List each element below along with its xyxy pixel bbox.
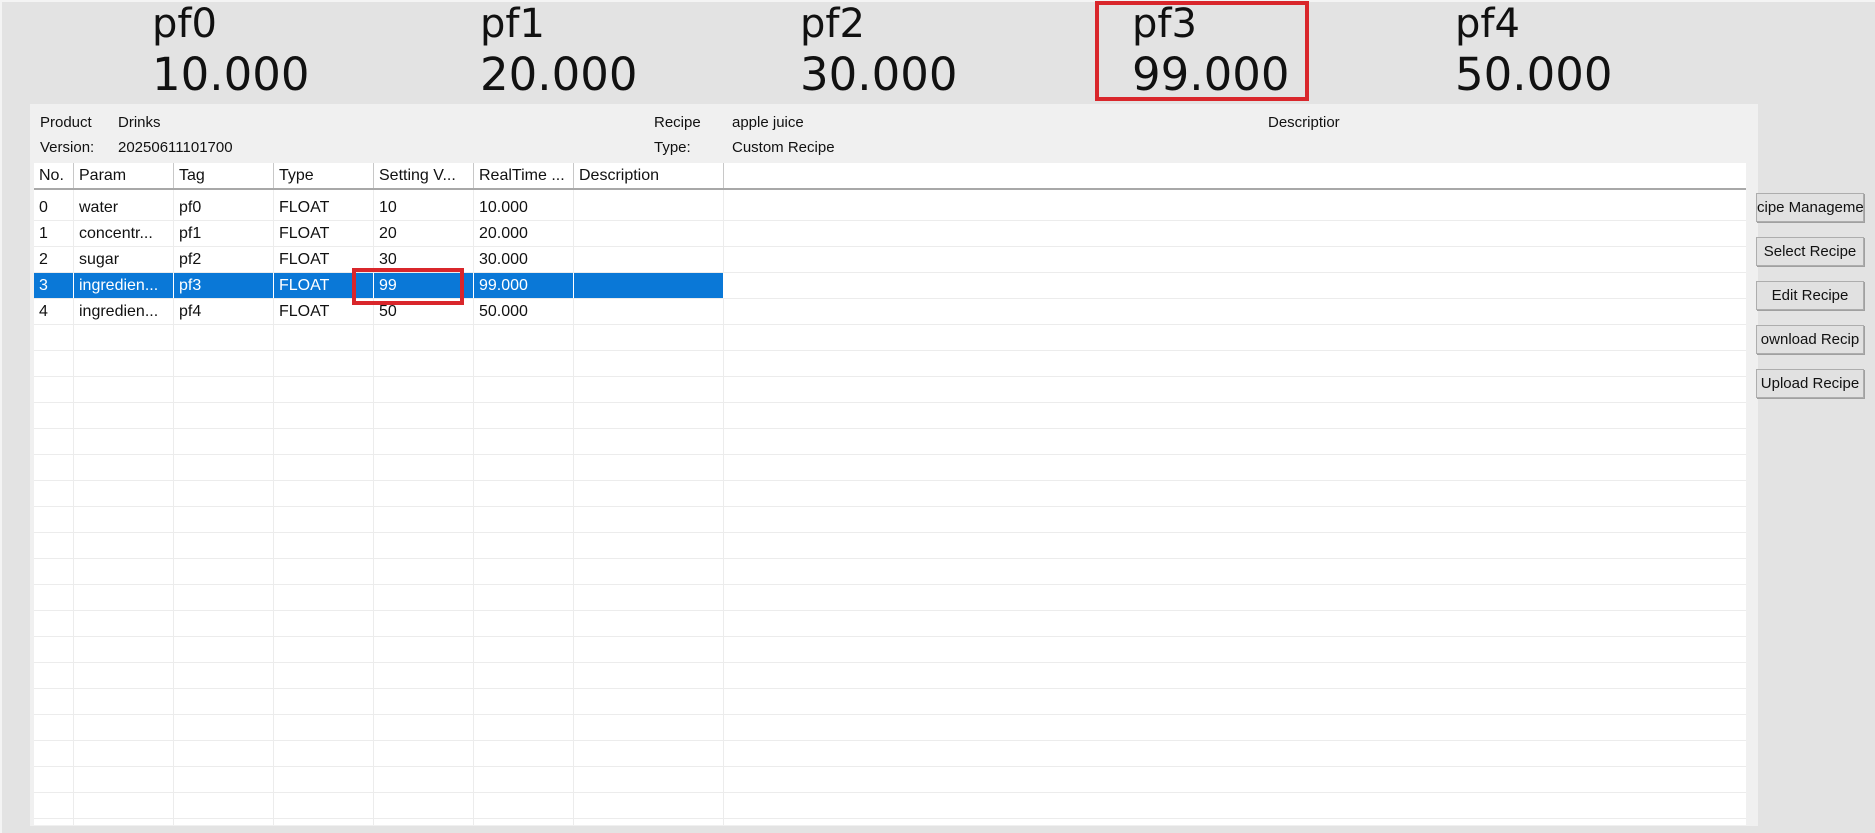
cell-no: 3 — [34, 273, 74, 298]
cell-param: ingredien... — [74, 273, 174, 298]
column-header-tag[interactable]: Tag — [174, 163, 274, 188]
param-value: 30.000 — [800, 48, 958, 101]
edit-recipe-button[interactable]: Edit Recipe — [1756, 281, 1864, 310]
recipe-management-label: cipe Manageme — [1757, 199, 1864, 216]
cell-tag: pf1 — [174, 221, 274, 246]
parameter-table[interactable]: No. Param Tag Type Setting V... RealTime… — [34, 163, 1746, 825]
cell-description — [574, 195, 724, 220]
empty-table-row — [34, 351, 1746, 377]
cell-no: 2 — [34, 247, 74, 272]
description-label: Descriptior — [1268, 114, 1340, 131]
edit-recipe-label: Edit Recipe — [1771, 287, 1849, 304]
cell-realtime-value: 99.000 — [474, 273, 574, 298]
version-label: Version: — [40, 139, 95, 156]
empty-table-row — [34, 715, 1746, 741]
window-left-edge — [0, 0, 2, 833]
select-recipe-label: Select Recipe — [1763, 243, 1857, 260]
empty-table-row — [34, 637, 1746, 663]
param-name: pf2 — [800, 1, 865, 47]
empty-table-row — [34, 663, 1746, 689]
empty-table-row — [34, 819, 1746, 825]
highlight-box-pf3-display — [1095, 1, 1309, 101]
recipe-label: Recipe — [654, 114, 701, 131]
empty-table-row — [34, 611, 1746, 637]
window-top-edge — [0, 0, 1875, 2]
param-name: pf0 — [152, 1, 217, 47]
empty-table-row — [34, 559, 1746, 585]
empty-table-row — [34, 533, 1746, 559]
table-row[interactable]: 2 sugar pf2 FLOAT 30 30.000 — [34, 247, 1746, 273]
param-value: 20.000 — [480, 48, 638, 101]
download-recipe-label: ownload Recip — [1760, 331, 1860, 348]
cell-setting-value[interactable]: 20 — [374, 221, 474, 246]
empty-table-row — [34, 793, 1746, 819]
cell-type: FLOAT — [274, 195, 374, 220]
column-header-setting-value[interactable]: Setting V... — [374, 163, 474, 188]
recipe-value: apple juice — [732, 114, 804, 131]
empty-table-row — [34, 403, 1746, 429]
empty-table-row — [34, 377, 1746, 403]
empty-table-row — [34, 585, 1746, 611]
column-header-realtime-value[interactable]: RealTime ... — [474, 163, 574, 188]
upload-recipe-label: Upload Recipe — [1760, 375, 1860, 392]
cell-param: ingredien... — [74, 299, 174, 324]
select-recipe-button[interactable]: Select Recipe — [1756, 237, 1864, 266]
cell-tag: pf4 — [174, 299, 274, 324]
table-row[interactable]: 4 ingredien... pf4 FLOAT 50 50.000 — [34, 299, 1746, 325]
cell-tag: pf2 — [174, 247, 274, 272]
type-label: Type: — [654, 139, 691, 156]
cell-realtime-value: 30.000 — [474, 247, 574, 272]
cell-description — [574, 273, 724, 298]
version-value: 20250611101700 — [118, 139, 233, 156]
highlight-box-setting-value — [352, 268, 464, 305]
cell-no: 1 — [34, 221, 74, 246]
cell-param: water — [74, 195, 174, 220]
table-row[interactable]: 1 concentr... pf1 FLOAT 20 20.000 — [34, 221, 1746, 247]
upload-recipe-button[interactable]: Upload Recipe — [1756, 369, 1864, 398]
param-name: pf4 — [1455, 1, 1520, 47]
empty-table-row — [34, 689, 1746, 715]
cell-realtime-value: 20.000 — [474, 221, 574, 246]
empty-table-row — [34, 429, 1746, 455]
empty-table-row — [34, 455, 1746, 481]
param-name: pf1 — [480, 1, 545, 47]
column-header-param[interactable]: Param — [74, 163, 174, 188]
empty-table-row — [34, 481, 1746, 507]
cell-param: concentr... — [74, 221, 174, 246]
cell-param: sugar — [74, 247, 174, 272]
cell-no: 0 — [34, 195, 74, 220]
cell-tag: pf3 — [174, 273, 274, 298]
download-recipe-button[interactable]: ownload Recip — [1756, 325, 1864, 354]
param-value: 50.000 — [1455, 48, 1613, 101]
cell-no: 4 — [34, 299, 74, 324]
column-header-no[interactable]: No. — [34, 163, 74, 188]
empty-table-row — [34, 507, 1746, 533]
table-row[interactable]: 0 water pf0 FLOAT 10 10.000 — [34, 195, 1746, 221]
table-header: No. Param Tag Type Setting V... RealTime… — [34, 163, 1746, 190]
column-header-type[interactable]: Type — [274, 163, 374, 188]
cell-description — [574, 247, 724, 272]
product-label: Product — [40, 114, 92, 131]
param-value: 10.000 — [152, 48, 310, 101]
empty-table-row — [34, 767, 1746, 793]
cell-realtime-value: 10.000 — [474, 195, 574, 220]
empty-table-row — [34, 741, 1746, 767]
cell-realtime-value: 50.000 — [474, 299, 574, 324]
cell-tag: pf0 — [174, 195, 274, 220]
cell-type: FLOAT — [274, 221, 374, 246]
recipe-management-button[interactable]: cipe Manageme — [1756, 193, 1864, 222]
cell-setting-value[interactable]: 10 — [374, 195, 474, 220]
table-row-selected[interactable]: 3 ingredien... pf3 FLOAT 99 99.000 — [34, 273, 1746, 299]
cell-description — [574, 299, 724, 324]
column-header-description[interactable]: Description — [574, 163, 724, 188]
product-value: Drinks — [118, 114, 161, 131]
empty-table-row — [34, 325, 1746, 351]
type-value: Custom Recipe — [732, 139, 835, 156]
cell-description — [574, 221, 724, 246]
